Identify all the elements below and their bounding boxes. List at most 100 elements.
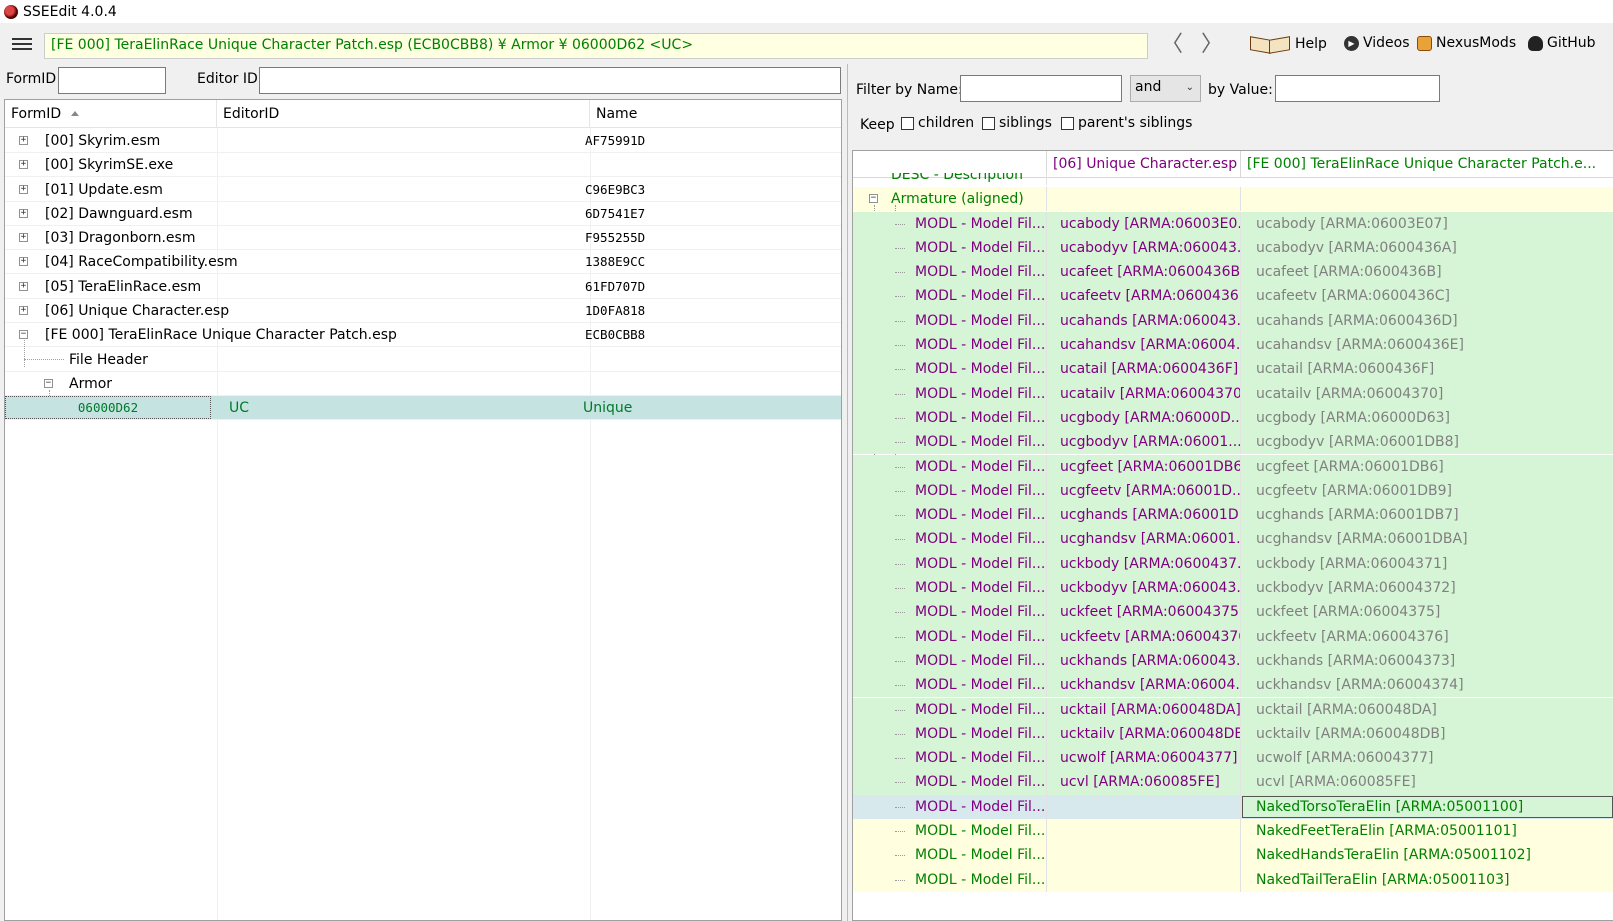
siblings-checkbox[interactable] bbox=[982, 117, 995, 130]
expand-icon[interactable]: + bbox=[19, 306, 28, 315]
patch-value[interactable]: ucktailv [ARMA:060048DB] bbox=[1241, 722, 1613, 746]
patch-value[interactable]: uckhands [ARMA:06004373] bbox=[1241, 649, 1613, 673]
column-header-editorid[interactable]: EditorID bbox=[217, 100, 590, 128]
grid-row-modl[interactable]: MODL - Model Fil... ucwolf [ARMA:06004377… bbox=[853, 746, 1613, 771]
patch-value[interactable]: uckfeetv [ARMA:06004376] bbox=[1241, 625, 1613, 649]
patch-value[interactable]: ucabodyv [ARMA:0600436A] bbox=[1241, 236, 1613, 260]
unique-character-value[interactable]: ucabody [ARMA:06003E0... bbox=[1047, 211, 1241, 236]
github-button[interactable]: GitHub bbox=[1528, 35, 1596, 51]
grid-row-modl[interactable]: MODL - Model Fil... uckbody [ARMA:0600437… bbox=[853, 551, 1613, 576]
tree-row-file-header[interactable]: File Header bbox=[5, 348, 841, 372]
unique-character-value[interactable]: uckbodyv [ARMA:060043... bbox=[1047, 576, 1241, 601]
grid-row-modl[interactable]: MODL - Model Fil... ucatailv [ARMA:060043… bbox=[853, 381, 1613, 406]
grid-row-modl[interactable]: MODL - Model Fil... ucgbody [ARMA:06000D.… bbox=[853, 405, 1613, 431]
hamburger-menu-icon[interactable] bbox=[10, 36, 34, 52]
unique-character-value[interactable]: uckhandsv [ARMA:06004... bbox=[1047, 673, 1241, 698]
unique-character-value[interactable] bbox=[1047, 843, 1241, 868]
expand-icon[interactable]: + bbox=[19, 209, 28, 218]
expand-icon[interactable]: + bbox=[19, 185, 28, 194]
unique-character-value[interactable]: ucgbody [ARMA:06000D... bbox=[1047, 405, 1241, 431]
unique-character-value[interactable]: ucatailv [ARMA:06004370] bbox=[1047, 381, 1241, 406]
patch-value[interactable]: NakedTailTeraElin [ARMA:05001103] bbox=[1241, 868, 1613, 892]
unique-character-value[interactable] bbox=[1047, 819, 1241, 844]
grid-row-partial[interactable]: DESC - Description bbox=[853, 173, 1613, 185]
unique-character-value[interactable]: ucwolf [ARMA:06004377] bbox=[1047, 746, 1241, 771]
expand-icon[interactable]: + bbox=[19, 233, 28, 242]
patch-value[interactable]: uckbodyv [ARMA:06004372] bbox=[1241, 576, 1613, 600]
grid-row-modl[interactable]: MODL - Model Fil... NakedHandsTeraElin [A… bbox=[853, 843, 1613, 868]
patch-value[interactable]: ucwolf [ARMA:06004377] bbox=[1241, 746, 1613, 770]
grid-row-modl[interactable]: MODL - Model Fil... uckfeet [ARMA:0600437… bbox=[853, 600, 1613, 625]
unique-character-value[interactable]: ucgfeet [ARMA:06001DB6] bbox=[1047, 454, 1241, 479]
patch-value[interactable]: uckfeet [ARMA:06004375] bbox=[1241, 600, 1613, 624]
unique-character-value[interactable]: ucafeetv [ARMA:0600436... bbox=[1047, 284, 1241, 309]
record-path-field[interactable]: [FE 000] TeraElinRace Unique Character P… bbox=[44, 33, 1148, 59]
filter-operator-select[interactable]: and ⌄ bbox=[1130, 75, 1201, 102]
videos-button[interactable]: ▶ Videos bbox=[1344, 35, 1410, 51]
grid-row-modl[interactable]: MODL - Model Fil... ucgfeetv [ARMA:06001D… bbox=[853, 478, 1613, 504]
focused-cell[interactable]: NakedTorsoTeraElin [ARMA:05001100] bbox=[1242, 795, 1613, 818]
unique-character-value[interactable]: ucktail [ARMA:060048DA] bbox=[1047, 697, 1241, 722]
unique-character-value[interactable]: uckfeetv [ARMA:06004376] bbox=[1047, 624, 1241, 649]
patch-value[interactable]: ucahands [ARMA:0600436D] bbox=[1241, 309, 1613, 333]
unique-character-value[interactable]: uckbody [ARMA:0600437... bbox=[1047, 551, 1241, 576]
unique-character-value[interactable]: uckfeet [ARMA:06004375] bbox=[1047, 600, 1241, 625]
grid-row-modl[interactable]: MODL - Model Fil... ucabody [ARMA:06003E0… bbox=[853, 211, 1613, 236]
patch-value[interactable]: ucghandsv [ARMA:06001DBA] bbox=[1241, 527, 1613, 551]
filter-value-input[interactable] bbox=[1275, 75, 1440, 102]
patch-value[interactable]: ucghands [ARMA:06001DB7] bbox=[1241, 503, 1613, 527]
unique-character-value[interactable]: ucatail [ARMA:0600436F] bbox=[1047, 357, 1241, 382]
unique-character-value[interactable]: ucafeet [ARMA:0600436B] bbox=[1047, 260, 1241, 285]
parents-siblings-checkbox[interactable] bbox=[1061, 117, 1074, 130]
grid-row-modl[interactable]: MODL - Model Fil... NakedFeetTeraElin [AR… bbox=[853, 819, 1613, 844]
patch-value[interactable]: ucgbodyv [ARMA:06001DB8] bbox=[1241, 430, 1613, 454]
help-button[interactable]: Help bbox=[1249, 35, 1327, 53]
tree-row-selected-record[interactable]: 06000D62 UC Unique bbox=[5, 396, 841, 420]
grid-row-modl[interactable]: MODL - Model Fil... NakedTailTeraElin [AR… bbox=[853, 867, 1613, 892]
collapse-icon[interactable]: − bbox=[19, 330, 28, 339]
grid-row-modl[interactable]: MODL - Model Fil... NakedTorsoTeraElin [A… bbox=[853, 794, 1613, 819]
expand-icon[interactable]: + bbox=[19, 282, 28, 291]
unique-character-value[interactable]: ucghands [ARMA:06001D... bbox=[1047, 503, 1241, 528]
tree-row-plugin[interactable]: + [04] RaceCompatibility.esm 1388E9CC bbox=[5, 250, 841, 274]
patch-value[interactable]: ucahandsv [ARMA:0600436E] bbox=[1241, 333, 1613, 357]
grid-row-modl[interactable]: MODL - Model Fil... ucktail [ARMA:060048D… bbox=[853, 697, 1613, 722]
collapse-icon[interactable]: − bbox=[869, 194, 878, 203]
column-header-name[interactable]: Name bbox=[590, 100, 841, 128]
tree-row-plugin[interactable]: + [05] TeraElinRace.esm 61FD707D bbox=[5, 275, 841, 299]
unique-character-value[interactable]: ucvl [ARMA:060085FE] bbox=[1047, 770, 1241, 795]
grid-row-modl[interactable]: MODL - Model Fil... ucatail [ARMA:0600436… bbox=[853, 357, 1613, 382]
grid-row-modl[interactable]: MODL - Model Fil... ucktailv [ARMA:060048… bbox=[853, 721, 1613, 747]
grid-row-modl[interactable]: MODL - Model Fil... ucahandsv [ARMA:06004… bbox=[853, 333, 1613, 358]
back-arrow-icon[interactable]: 〈 bbox=[1161, 34, 1183, 58]
formid-input[interactable] bbox=[58, 67, 166, 94]
children-checkbox[interactable] bbox=[901, 117, 914, 130]
tree-row-plugin[interactable]: + [00] Skyrim.esm AF75991D bbox=[5, 129, 841, 153]
patch-value[interactable]: ucatail [ARMA:0600436F] bbox=[1241, 357, 1613, 381]
patch-value[interactable]: NakedFeetTeraElin [ARMA:05001101] bbox=[1241, 819, 1613, 843]
grid-row-modl[interactable]: MODL - Model Fil... ucvl [ARMA:060085FE] u… bbox=[853, 770, 1613, 795]
patch-value[interactable]: ucatailv [ARMA:06004370] bbox=[1241, 382, 1613, 406]
collapse-icon[interactable]: − bbox=[44, 379, 53, 388]
patch-value[interactable]: ucgbody [ARMA:06000D63] bbox=[1241, 406, 1613, 430]
grid-row-modl[interactable]: MODL - Model Fil... ucafeet [ARMA:0600436… bbox=[853, 260, 1613, 285]
expand-icon[interactable]: + bbox=[19, 160, 28, 169]
patch-value[interactable]: ucgfeetv [ARMA:06001DB9] bbox=[1241, 479, 1613, 503]
nexusmods-button[interactable]: NexusMods bbox=[1417, 35, 1516, 51]
unique-character-value[interactable]: ucktailv [ARMA:060048DB] bbox=[1047, 721, 1241, 747]
grid-row-group[interactable]: Armature (aligned) bbox=[853, 187, 1613, 212]
patch-value[interactable]: ucabody [ARMA:06003E07] bbox=[1241, 212, 1613, 236]
patch-value[interactable]: uckbody [ARMA:06004371] bbox=[1241, 552, 1613, 576]
forward-arrow-icon[interactable]: 〉 bbox=[1201, 34, 1223, 58]
grid-row-modl[interactable]: MODL - Model Fil... ucafeetv [ARMA:060043… bbox=[853, 284, 1613, 309]
grid-row-modl[interactable]: MODL - Model Fil... ucahands [ARMA:060043… bbox=[853, 308, 1613, 333]
expand-icon[interactable]: + bbox=[19, 257, 28, 266]
grid-row-modl[interactable]: MODL - Model Fil... ucgbodyv [ARMA:06001.… bbox=[853, 430, 1613, 455]
tree-row-group-armor[interactable]: − Armor bbox=[5, 372, 841, 396]
expand-icon[interactable]: + bbox=[19, 136, 28, 145]
patch-value[interactable]: ucktail [ARMA:060048DA] bbox=[1241, 698, 1613, 722]
grid-row-modl[interactable]: MODL - Model Fil... uckbodyv [ARMA:060043… bbox=[853, 576, 1613, 601]
grid-row-modl[interactable]: MODL - Model Fil... ucabodyv [ARMA:060043… bbox=[853, 235, 1613, 261]
tree-row-plugin[interactable]: + [00] SkyrimSE.exe bbox=[5, 153, 841, 177]
patch-value[interactable]: uckhandsv [ARMA:06004374] bbox=[1241, 673, 1613, 697]
